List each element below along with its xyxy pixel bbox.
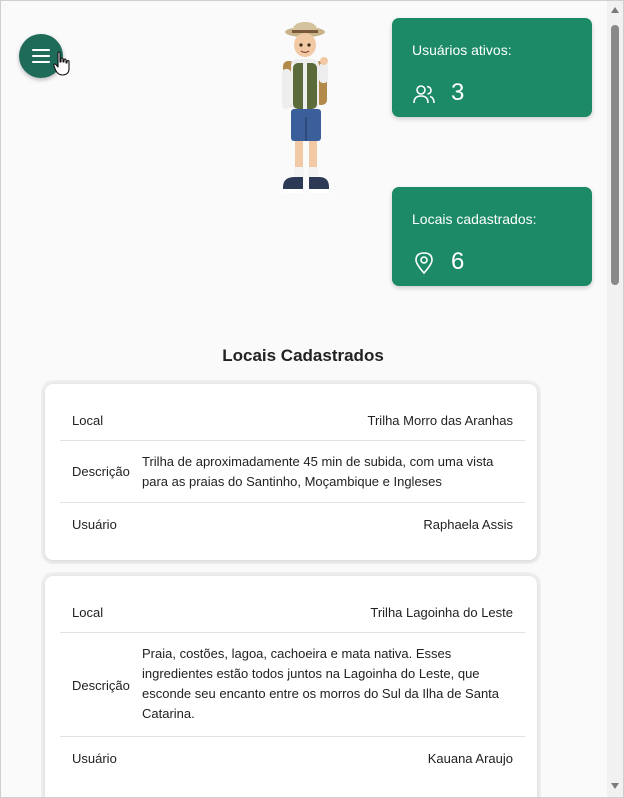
- table-row: Local Trilha Morro das Aranhas: [60, 399, 525, 441]
- location-name: Trilha Morro das Aranhas: [367, 413, 513, 428]
- users-icon: [413, 85, 435, 104]
- stat-card-registered-places: Locais cadastrados: 6: [392, 187, 592, 286]
- hiker-illustration: [282, 22, 329, 193]
- field-label-descricao: Descrição: [72, 464, 130, 479]
- location-user: Raphaela Assis: [423, 517, 513, 532]
- location-card-body: Local Trilha Lagoinha do Leste Descrição…: [45, 576, 537, 797]
- stat-card-active-users: Usuários ativos: 3: [392, 18, 592, 117]
- hamburger-bar: [32, 61, 50, 63]
- stat-value: 6: [451, 248, 465, 275]
- table-row: Usuário Raphaela Assis: [60, 503, 525, 545]
- table-row: Local Trilha Lagoinha do Leste: [60, 591, 525, 633]
- field-label-descricao: Descrição: [72, 678, 130, 693]
- scroll-up-arrow-icon[interactable]: [611, 7, 619, 13]
- hamburger-menu-icon: [32, 49, 50, 51]
- scroll-down-arrow-icon[interactable]: [611, 783, 619, 789]
- app-window: Usuários ativos: 3 Locais cadastrados: 6…: [0, 0, 624, 798]
- map-pin-icon: [415, 252, 433, 275]
- location-card-body: Local Trilha Morro das Aranhas Descrição…: [45, 384, 537, 560]
- field-label-local: Local: [72, 605, 104, 620]
- location-card: Local Trilha Morro das Aranhas Descrição…: [45, 384, 537, 560]
- field-label-usuario: Usuário: [72, 751, 117, 766]
- hand-cursor-icon: [53, 51, 70, 76]
- location-description: Trilha de aproximadamente 45 min de subi…: [142, 454, 494, 489]
- stat-label: Locais cadastrados:: [412, 211, 537, 227]
- stat-value: 3: [451, 79, 465, 106]
- section-title: Locais Cadastrados: [222, 346, 384, 365]
- location-name: Trilha Lagoinha do Leste: [370, 605, 513, 620]
- field-label-usuario: Usuário: [72, 517, 117, 532]
- table-row: Descrição Trilha de aproximadamente 45 m…: [60, 440, 525, 503]
- location-card: Local Trilha Lagoinha do Leste Descrição…: [45, 576, 537, 797]
- table-row: Descrição Praia, costões, lagoa, cachoei…: [60, 632, 525, 737]
- location-description: Praia, costões, lagoa, cachoeira e mata …: [142, 646, 500, 721]
- stat-label: Usuários ativos:: [412, 42, 512, 58]
- scrollbar-thumb[interactable]: [611, 25, 619, 285]
- table-row: Usuário Kauana Araujo: [60, 737, 525, 779]
- field-label-local: Local: [72, 413, 104, 428]
- vertical-scrollbar[interactable]: [607, 1, 623, 797]
- hamburger-bar: [32, 55, 50, 57]
- location-user: Kauana Araujo: [427, 751, 513, 766]
